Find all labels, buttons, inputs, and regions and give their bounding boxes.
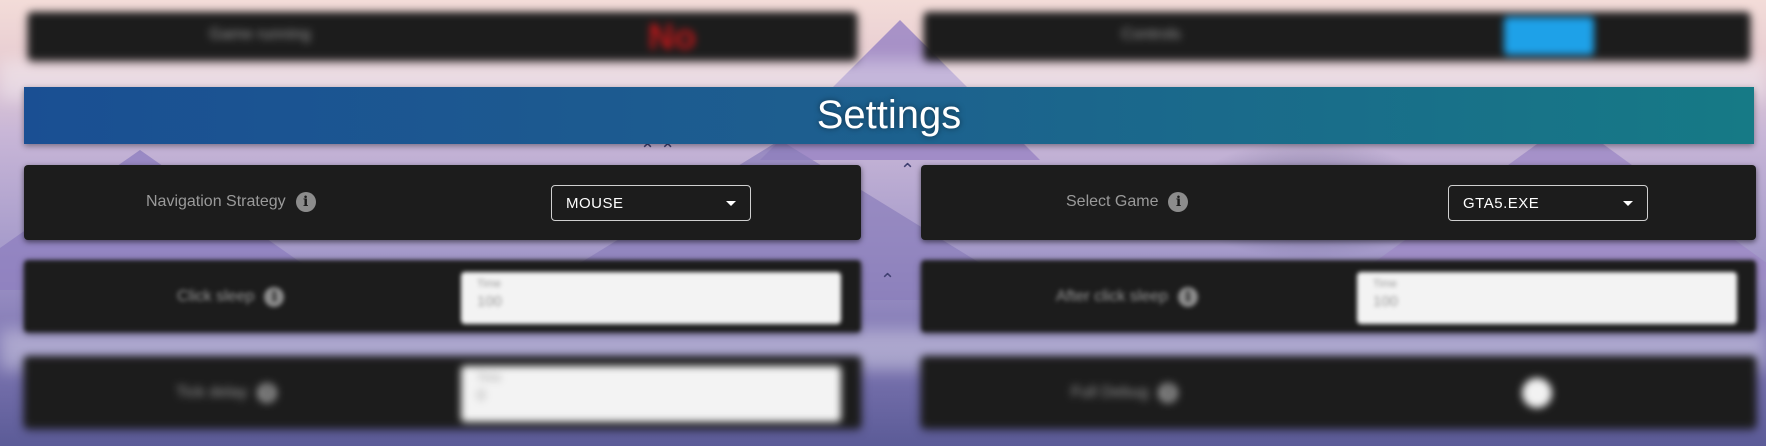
- after-click-sleep-card: After click sleep i Time 100: [921, 260, 1756, 332]
- tick-delay-field-label: Time: [477, 372, 502, 384]
- settings-header: Settings: [24, 87, 1754, 144]
- navigation-strategy-value: MOUSE: [566, 194, 624, 212]
- caret-down-icon: [1623, 201, 1633, 206]
- select-game-label: Select Game: [1066, 193, 1159, 210]
- page-title: Settings: [816, 93, 962, 137]
- click-sleep-input[interactable]: Time 100: [461, 272, 841, 324]
- after-click-sleep-value: 100: [1373, 293, 1399, 310]
- select-game-value: GTA5.EXE: [1463, 194, 1540, 212]
- start-button[interactable]: Start: [1504, 17, 1594, 55]
- info-icon[interactable]: i: [1158, 383, 1179, 403]
- navigation-strategy-card: Navigation Strategy i MOUSE: [24, 165, 861, 240]
- navigation-strategy-select[interactable]: MOUSE: [551, 185, 751, 221]
- click-sleep-value: 100: [477, 293, 503, 310]
- select-game-card: Select Game i GTA5.EXE: [921, 165, 1756, 240]
- full-debug-label: Full Debug: [1071, 384, 1149, 401]
- click-sleep-label: Click sleep: [177, 288, 255, 305]
- click-sleep-field-label: Time: [477, 278, 502, 290]
- info-icon[interactable]: i: [1178, 287, 1199, 307]
- controls-card: Controls Start: [924, 12, 1750, 60]
- tick-delay-label: Tick delay: [176, 384, 248, 401]
- after-click-sleep-input[interactable]: Time 100: [1357, 272, 1737, 324]
- tick-delay-input[interactable]: Time 0: [461, 366, 841, 422]
- controls-label: Controls: [1121, 26, 1181, 43]
- click-sleep-card: Click sleep i Time 100: [24, 260, 861, 332]
- info-icon[interactable]: i: [295, 192, 316, 212]
- caret-down-icon: [726, 201, 736, 206]
- tick-delay-card: Tick delay i Time 0: [24, 356, 861, 428]
- game-running-label: Game running: [209, 26, 311, 43]
- info-icon[interactable]: i: [257, 383, 278, 403]
- navigation-strategy-label: Navigation Strategy: [146, 193, 286, 210]
- game-running-status: No: [648, 16, 696, 57]
- info-icon[interactable]: i: [264, 287, 285, 307]
- tick-delay-value: 0: [477, 387, 486, 404]
- game-running-card: Game running No: [28, 12, 857, 60]
- after-click-sleep-field-label: Time: [1373, 278, 1398, 290]
- full-debug-toggle[interactable]: [1522, 378, 1552, 408]
- full-debug-card: Full Debug i: [921, 356, 1756, 428]
- info-icon[interactable]: i: [1168, 192, 1189, 212]
- after-click-sleep-label: After click sleep: [1056, 288, 1169, 305]
- select-game-select[interactable]: GTA5.EXE: [1448, 185, 1648, 221]
